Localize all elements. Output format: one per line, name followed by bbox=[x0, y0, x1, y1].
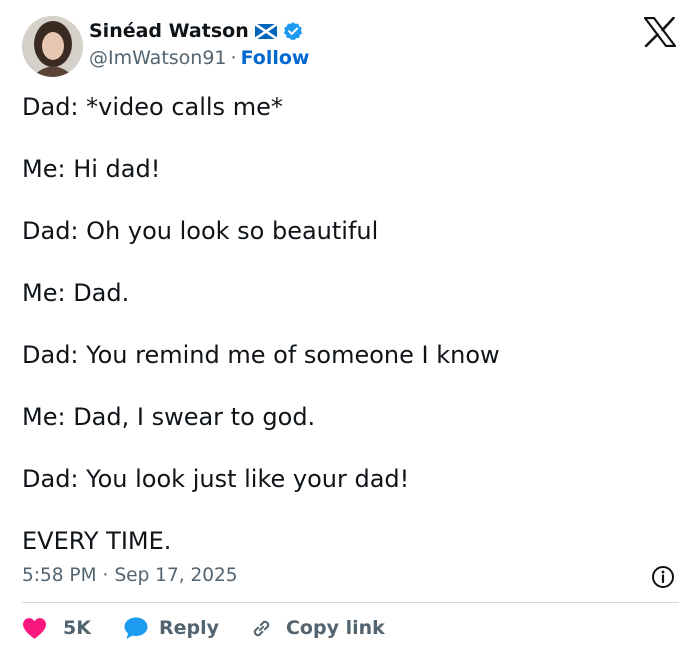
reply-button[interactable]: Reply bbox=[123, 616, 219, 640]
info-icon[interactable] bbox=[651, 565, 675, 589]
tweet-line: Dad: Oh you look so beautiful bbox=[22, 217, 379, 245]
tweet-text: Dad: *video calls me* Me: Hi dad! Dad: O… bbox=[22, 92, 682, 588]
follow-button[interactable]: Follow bbox=[241, 47, 310, 69]
like-count: 5K bbox=[63, 617, 91, 639]
tweet-timestamp[interactable]: 5:58 PM · Sep 17, 2025 bbox=[22, 565, 238, 586]
tweet-date: Sep 17, 2025 bbox=[114, 565, 238, 586]
handle-row: @ImWatson91 · Follow bbox=[89, 47, 309, 69]
scotland-flag-icon bbox=[254, 23, 277, 39]
tweet-line: Dad: *video calls me* bbox=[22, 93, 283, 121]
action-bar: 5K Reply Copy link bbox=[22, 613, 385, 643]
tweet-line: Me: Dad. bbox=[22, 279, 130, 307]
tweet-line: EVERY TIME. bbox=[22, 527, 172, 555]
tweet-line: Dad: You remind me of someone I know bbox=[22, 341, 500, 369]
heart-icon bbox=[23, 617, 46, 639]
tweet-time: 5:58 PM bbox=[22, 565, 97, 586]
tweet-line: Me: Dad, I swear to god. bbox=[22, 403, 316, 431]
x-logo-icon[interactable] bbox=[644, 17, 676, 47]
verified-badge-icon bbox=[283, 22, 302, 41]
separator: · bbox=[230, 47, 237, 69]
separator: · bbox=[102, 565, 109, 586]
tweet-line: Me: Hi dad! bbox=[22, 155, 161, 183]
copy-link-button[interactable]: Copy link bbox=[249, 616, 385, 641]
handle[interactable]: @ImWatson91 bbox=[89, 47, 227, 69]
speech-bubble-icon bbox=[124, 617, 148, 639]
reply-label: Reply bbox=[158, 617, 219, 639]
avatar[interactable] bbox=[22, 16, 83, 77]
copy-link-label: Copy link bbox=[285, 617, 385, 639]
like-button[interactable]: 5K bbox=[22, 617, 91, 640]
divider bbox=[22, 602, 679, 603]
display-name[interactable]: Sinéad Watson bbox=[89, 20, 249, 42]
link-icon bbox=[253, 620, 270, 636]
author-name-row: Sinéad Watson bbox=[89, 20, 303, 42]
tweet-line: Dad: You look just like your dad! bbox=[22, 465, 410, 493]
